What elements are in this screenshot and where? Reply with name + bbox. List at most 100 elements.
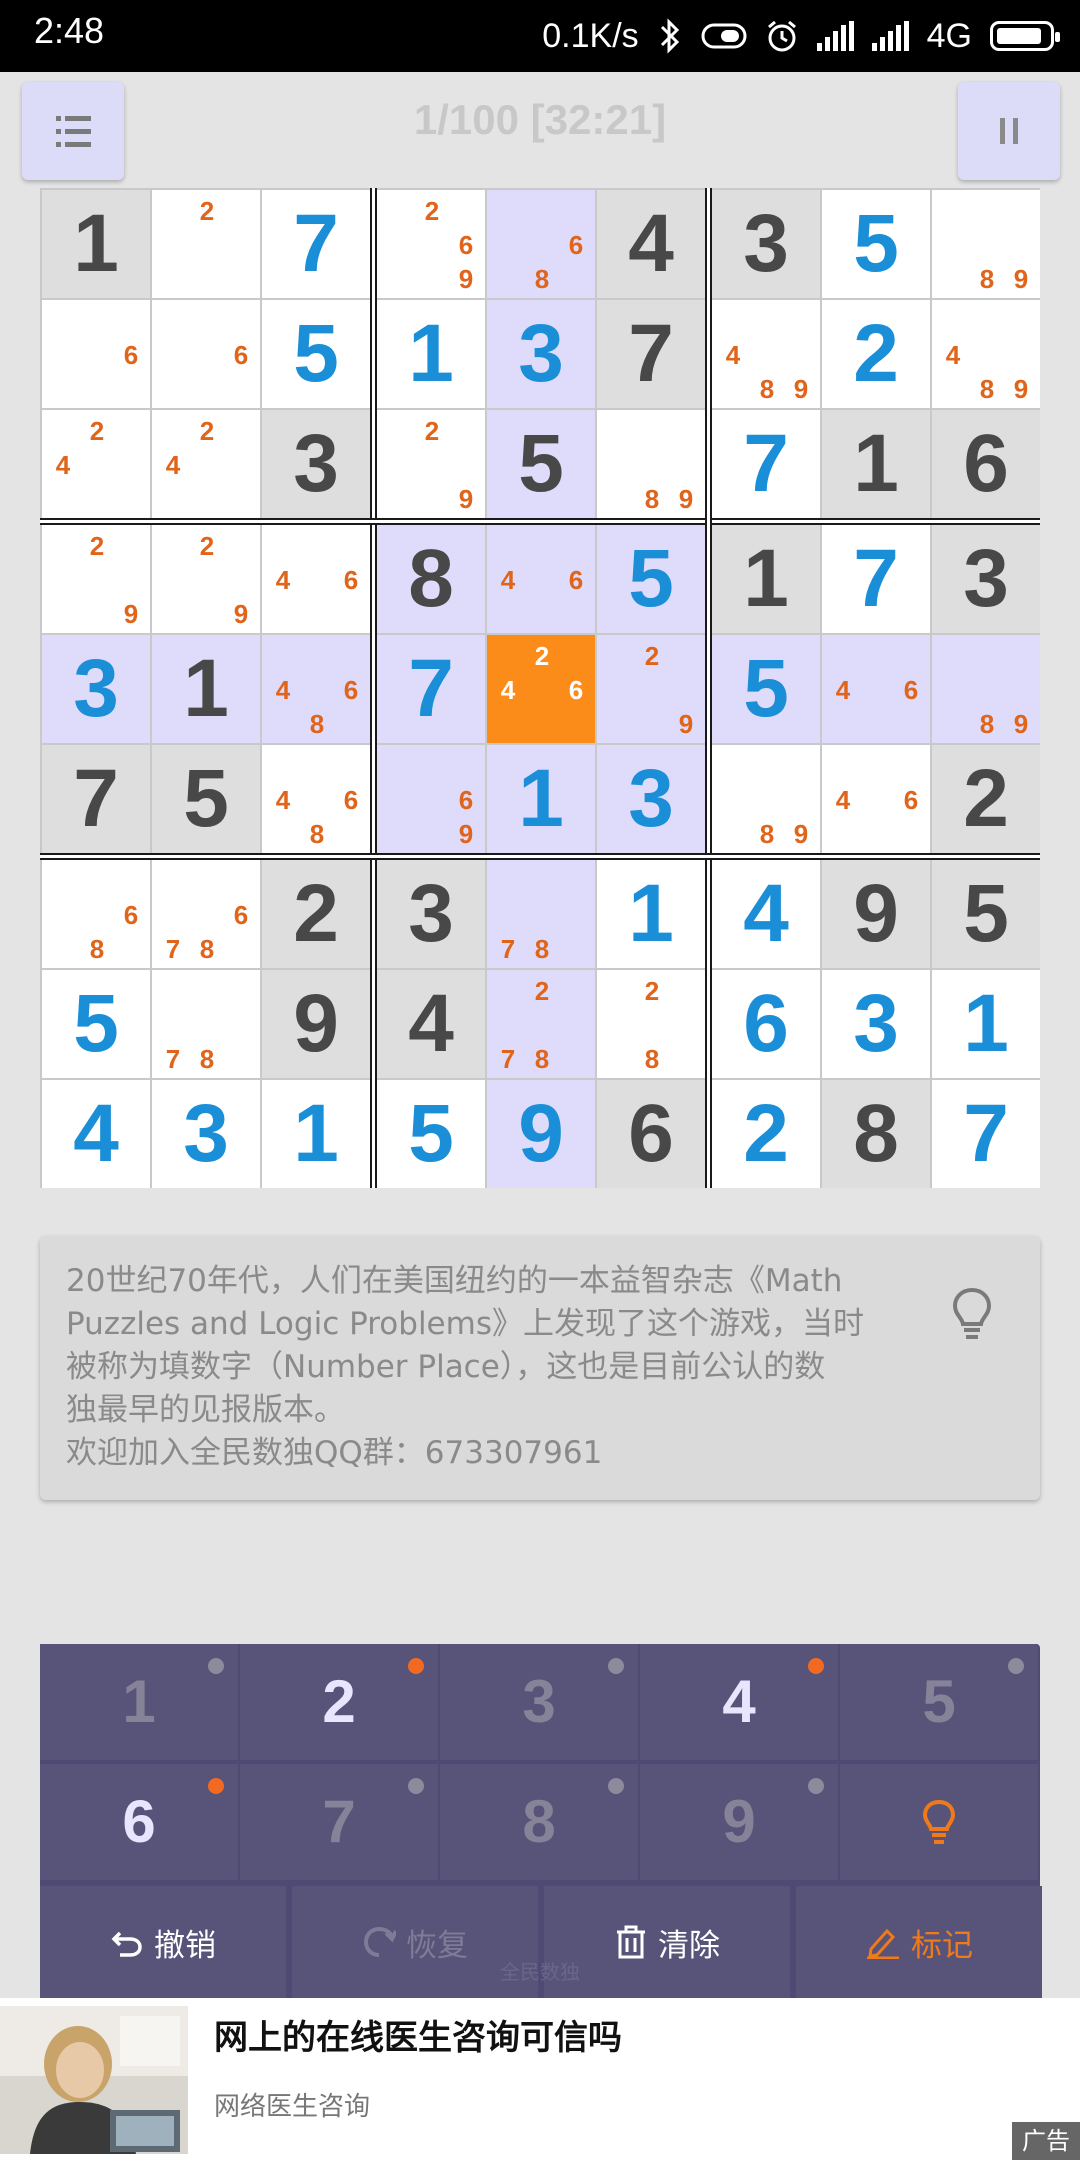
cell-r9-c3[interactable]: 1	[262, 1080, 370, 1188]
cell-r7-c2[interactable]: 6 78	[152, 860, 260, 968]
number-key-3[interactable]: 3	[440, 1644, 638, 1760]
cell-r5-c7[interactable]: 5	[712, 635, 820, 743]
cell-r3-c4[interactable]: 29	[377, 410, 485, 518]
cell-r5-c9[interactable]: 89	[932, 635, 1040, 743]
number-key-8[interactable]: 8	[440, 1764, 638, 1880]
cell-r4-c4[interactable]: 8	[377, 525, 485, 633]
cell-r8-c8[interactable]: 3	[822, 970, 930, 1078]
cell-r4-c3[interactable]: 46	[262, 525, 370, 633]
cell-r2-c3[interactable]: 5	[262, 300, 370, 408]
cell-r7-c9[interactable]: 5	[932, 860, 1040, 968]
cell-r7-c5[interactable]: 78	[487, 860, 595, 968]
cell-r2-c1[interactable]: 6	[42, 300, 150, 408]
cell-r6-c2[interactable]: 5	[152, 745, 260, 853]
cell-r7-c8[interactable]: 9	[822, 860, 930, 968]
cell-r1-c4[interactable]: 26 9	[377, 190, 485, 298]
cell-r3-c7[interactable]: 7	[712, 410, 820, 518]
cell-r1-c2[interactable]: 2	[152, 190, 260, 298]
cell-r7-c7[interactable]: 4	[712, 860, 820, 968]
number-key-2[interactable]: 2	[240, 1644, 438, 1760]
cell-r5-c5[interactable]: 24 6	[487, 635, 595, 743]
cell-r1-c7[interactable]: 3	[712, 190, 820, 298]
cell-r1-c9[interactable]: 89	[932, 190, 1040, 298]
cell-r4-c2[interactable]: 29	[152, 525, 260, 633]
ad-subtitle[interactable]: 网络医生咨询	[214, 2086, 370, 2123]
pause-button[interactable]	[958, 82, 1060, 180]
cell-r9-c7[interactable]: 2	[712, 1080, 820, 1188]
cell-r8-c9[interactable]: 1	[932, 970, 1040, 1078]
ad-title[interactable]: 网上的在线医生咨询可信吗	[214, 2010, 622, 2059]
cell-r5-c2[interactable]: 1	[152, 635, 260, 743]
cell-r9-c4[interactable]: 5	[377, 1080, 485, 1188]
cell-r9-c2[interactable]: 3	[152, 1080, 260, 1188]
cell-r5-c8[interactable]: 46	[822, 635, 930, 743]
ad-banner[interactable]: 网上的在线医生咨询可信吗 网络医生咨询 广告	[0, 1998, 1080, 2160]
lightbulb-icon[interactable]	[950, 1286, 994, 1346]
cell-r9-c5[interactable]: 9	[487, 1080, 595, 1188]
cell-r2-c5[interactable]: 3	[487, 300, 595, 408]
cell-r5-c1[interactable]: 3	[42, 635, 150, 743]
cell-r3-c3[interactable]: 3	[262, 410, 370, 518]
cell-r8-c6[interactable]: 28	[597, 970, 705, 1078]
number-key-4[interactable]: 4	[640, 1644, 838, 1760]
cell-r6-c5[interactable]: 1	[487, 745, 595, 853]
cell-r5-c4[interactable]: 7	[377, 635, 485, 743]
cell-r6-c9[interactable]: 2	[932, 745, 1040, 853]
cell-r5-c3[interactable]: 4 68	[262, 635, 370, 743]
cell-r4-c6[interactable]: 5	[597, 525, 705, 633]
number-key-5[interactable]: 5	[840, 1644, 1038, 1760]
cell-r6-c4[interactable]: 69	[377, 745, 485, 853]
cell-r6-c7[interactable]: 89	[712, 745, 820, 853]
cell-r6-c6[interactable]: 3	[597, 745, 705, 853]
number-key-1[interactable]: 1	[40, 1644, 238, 1760]
cell-r7-c6[interactable]: 1	[597, 860, 705, 968]
pencil-note: 8	[534, 1044, 550, 1074]
cell-r4-c5[interactable]: 46	[487, 525, 595, 633]
cell-r2-c4[interactable]: 1	[377, 300, 485, 408]
cell-r2-c6[interactable]: 7	[597, 300, 705, 408]
cell-r2-c2[interactable]: 6	[152, 300, 260, 408]
cell-r3-c5[interactable]: 5	[487, 410, 595, 518]
cell-r6-c3[interactable]: 4 68	[262, 745, 370, 853]
cell-r6-c1[interactable]: 7	[42, 745, 150, 853]
cell-r1-c1[interactable]: 1	[42, 190, 150, 298]
cell-r2-c7[interactable]: 489	[712, 300, 820, 408]
cell-r9-c1[interactable]: 4	[42, 1080, 150, 1188]
cell-r6-c8[interactable]: 46	[822, 745, 930, 853]
cell-r4-c7[interactable]: 1	[712, 525, 820, 633]
cell-r3-c6[interactable]: 89	[597, 410, 705, 518]
cell-r1-c3[interactable]: 7	[262, 190, 370, 298]
cell-r8-c3[interactable]: 9	[262, 970, 370, 1078]
cell-r7-c1[interactable]: 68	[42, 860, 150, 968]
cell-r7-c4[interactable]: 3	[377, 860, 485, 968]
cell-r8-c7[interactable]: 6	[712, 970, 820, 1078]
cell-r9-c6[interactable]: 6	[597, 1080, 705, 1188]
cell-r1-c8[interactable]: 5	[822, 190, 930, 298]
cell-r8-c4[interactable]: 4	[377, 970, 485, 1078]
cell-r4-c8[interactable]: 7	[822, 525, 930, 633]
number-key-9[interactable]: 9	[640, 1764, 838, 1880]
cell-r3-c2[interactable]: 24	[152, 410, 260, 518]
cell-r1-c5[interactable]: 68	[487, 190, 595, 298]
cell-r4-c9[interactable]: 3	[932, 525, 1040, 633]
cell-r4-c1[interactable]: 29	[42, 525, 150, 633]
cell-r8-c2[interactable]: 78	[152, 970, 260, 1078]
cell-r3-c8[interactable]: 1	[822, 410, 930, 518]
cell-r2-c8[interactable]: 2	[822, 300, 930, 408]
pencil-note: 8	[759, 819, 775, 849]
cell-r9-c8[interactable]: 8	[822, 1080, 930, 1188]
hint-key[interactable]	[840, 1764, 1038, 1880]
cell-r9-c9[interactable]: 7	[932, 1080, 1040, 1188]
cell-r8-c5[interactable]: 2 78	[487, 970, 595, 1078]
cell-r7-c3[interactable]: 2	[262, 860, 370, 968]
cell-r8-c1[interactable]: 5	[42, 970, 150, 1078]
cell-r5-c6[interactable]: 29	[597, 635, 705, 743]
cell-r1-c6[interactable]: 4	[597, 190, 705, 298]
ad-badge: 广告	[1012, 2122, 1080, 2160]
cell-r3-c9[interactable]: 6	[932, 410, 1040, 518]
number-key-7[interactable]: 7	[240, 1764, 438, 1880]
number-key-6[interactable]: 6	[40, 1764, 238, 1880]
cell-r2-c9[interactable]: 489	[932, 300, 1040, 408]
ad-image[interactable]	[0, 2006, 188, 2154]
cell-r3-c1[interactable]: 24	[42, 410, 150, 518]
